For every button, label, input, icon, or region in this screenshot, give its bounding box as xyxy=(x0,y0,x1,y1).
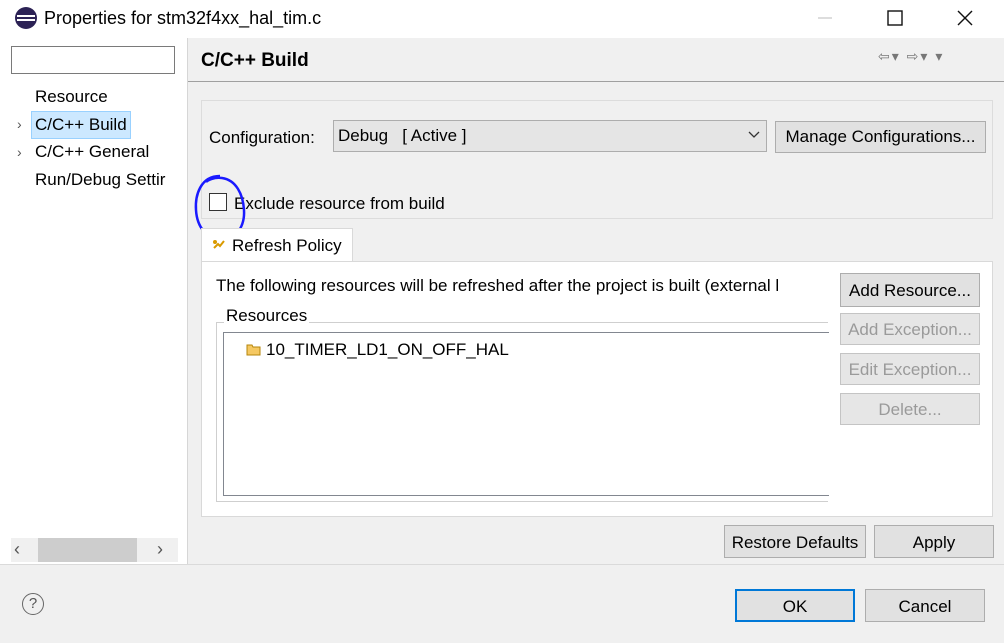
configuration-select[interactable]: Debug [ Active ] xyxy=(333,120,767,152)
scroll-left-icon[interactable]: ‹ xyxy=(14,539,20,560)
close-icon xyxy=(957,10,973,26)
window-title: Properties for stm32f4xx_hal_tim.c xyxy=(44,8,322,28)
manage-configurations-button[interactable]: Manage Configurations... xyxy=(775,121,986,153)
refresh-description: The following resources will be refreshe… xyxy=(216,276,780,295)
forward-icon[interactable]: ⇨ xyxy=(907,48,921,64)
tree-item-run-debug-settings[interactable]: Run/Debug Settir xyxy=(35,167,165,193)
resources-list[interactable]: 10_TIMER_LD1_ON_OFF_HAL xyxy=(223,332,829,496)
ok-button[interactable]: OK xyxy=(735,589,855,622)
refresh-policy-icon xyxy=(213,240,225,249)
back-icon[interactable]: ⇦ xyxy=(878,48,892,64)
tree-item-label: C/C++ General xyxy=(35,142,150,161)
page-navigation: ⇦▾ ⇨▾ ▾ xyxy=(878,48,944,65)
configuration-label: Configuration: xyxy=(209,128,315,147)
resources-label: Resources xyxy=(224,306,310,326)
tree-item-label: C/C++ Build xyxy=(35,115,127,134)
tree-item-cpp-general[interactable]: C/C++ General xyxy=(35,139,149,165)
cancel-button[interactable]: Cancel xyxy=(865,589,985,622)
tab-label: Refresh Policy xyxy=(232,236,342,255)
apply-button[interactable]: Apply xyxy=(874,525,994,558)
close-button[interactable] xyxy=(942,0,988,36)
tree-item-label: Resource xyxy=(35,87,108,106)
list-item-label: 10_TIMER_LD1_ON_OFF_HAL xyxy=(266,340,509,359)
folder-icon xyxy=(246,344,261,356)
configuration-value: Debug [ Active ] xyxy=(338,126,467,145)
scroll-right-icon[interactable]: › xyxy=(157,539,163,560)
scrollbar-thumb[interactable] xyxy=(38,538,137,562)
header-separator xyxy=(188,81,1004,82)
maximize-button[interactable] xyxy=(872,0,918,36)
expand-chevron-icon[interactable]: › xyxy=(17,139,29,165)
resources-group-border xyxy=(216,322,217,502)
add-resource-button[interactable]: Add Resource... xyxy=(840,273,980,307)
tree-item-resource[interactable]: Resource xyxy=(35,84,108,110)
forward-dropdown-icon[interactable]: ▾ xyxy=(920,48,929,64)
chevron-down-icon xyxy=(748,131,760,138)
expand-chevron-icon[interactable]: › xyxy=(17,111,29,137)
eclipse-app-icon xyxy=(15,7,37,29)
filter-input[interactable] xyxy=(11,46,175,74)
page-title: C/C++ Build xyxy=(201,50,309,71)
delete-button[interactable]: Delete... xyxy=(840,393,980,425)
tree-item-label: Run/Debug Settir xyxy=(35,170,166,189)
edit-exception-button[interactable]: Edit Exception... xyxy=(840,353,980,385)
list-item[interactable]: 10_TIMER_LD1_ON_OFF_HAL xyxy=(246,340,509,360)
title-bar: Properties for stm32f4xx_hal_tim.c xyxy=(0,0,1004,38)
back-dropdown-icon[interactable]: ▾ xyxy=(892,48,901,64)
resources-group-border-bottom xyxy=(216,501,828,502)
tab-refresh-policy[interactable]: Refresh Policy xyxy=(201,228,353,262)
tree-item-cpp-build[interactable]: C/C++ Build xyxy=(31,111,131,139)
help-icon[interactable]: ? xyxy=(22,593,44,615)
exclude-label: Exclude resource from build xyxy=(234,194,445,213)
view-menu-icon[interactable]: ▾ xyxy=(935,48,944,64)
restore-defaults-button[interactable]: Restore Defaults xyxy=(724,525,866,558)
add-exception-button[interactable]: Add Exception... xyxy=(840,313,980,345)
maximize-icon xyxy=(887,10,903,26)
minimize-button[interactable] xyxy=(802,0,848,36)
minimize-icon xyxy=(818,17,832,19)
